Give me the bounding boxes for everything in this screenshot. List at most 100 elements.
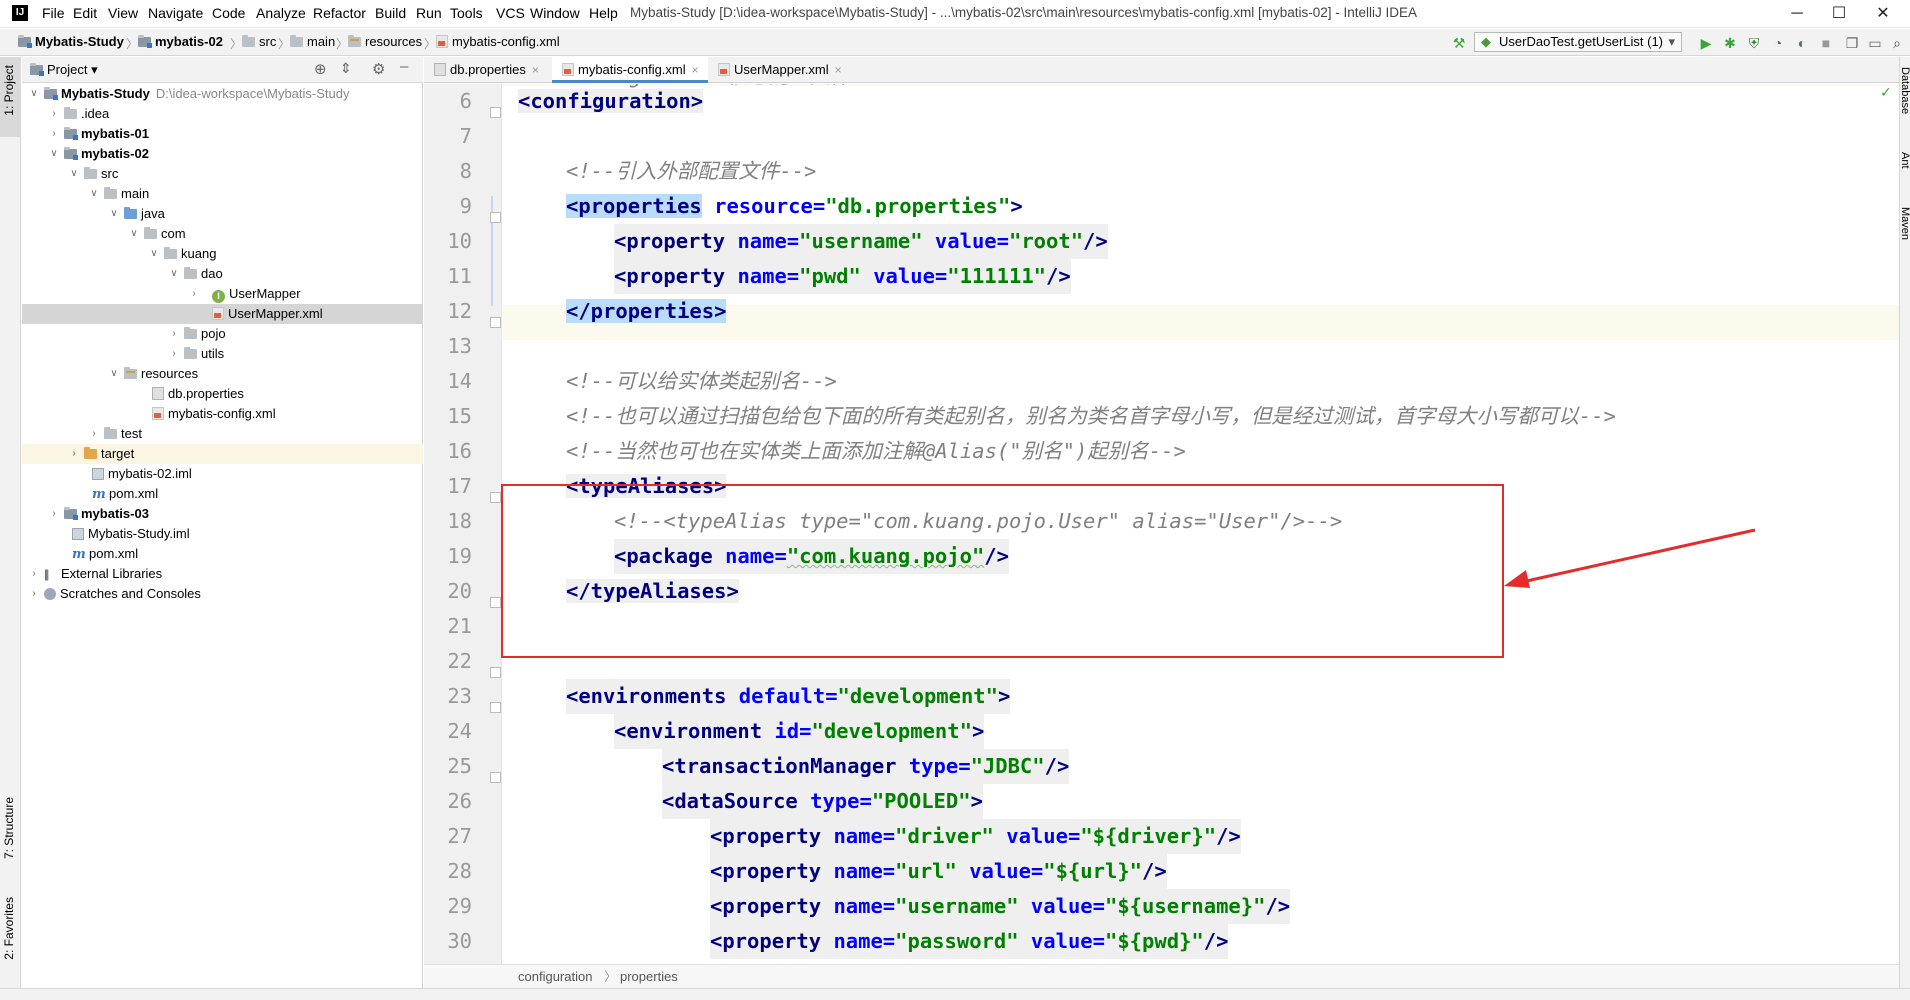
tree-item[interactable]: ∨ dao xyxy=(22,264,423,284)
menu-build[interactable]: Build xyxy=(375,5,406,21)
menu-vcs[interactable]: VCS xyxy=(496,5,525,21)
line-number: 27 xyxy=(447,824,472,848)
tree-item[interactable]: mybatis-config.xml xyxy=(22,404,423,424)
tree-item[interactable]: › ||| External Libraries xyxy=(22,564,423,584)
stop-icon[interactable]: ■ xyxy=(1817,34,1835,52)
menu-file[interactable]: File xyxy=(42,5,65,21)
tree-item[interactable]: › I UserMapper xyxy=(22,284,423,304)
tree-item[interactable]: ∨ kuang xyxy=(22,244,423,264)
menu-refactor[interactable]: Refactor xyxy=(313,5,366,21)
menu-tools[interactable]: Tools xyxy=(450,5,483,21)
favorites-tool-tab[interactable]: 2: Favorites xyxy=(2,897,16,960)
menu-edit[interactable]: Edit xyxy=(73,5,97,21)
search-everywhere-icon[interactable]: ⌕ xyxy=(1888,34,1906,52)
menu-help[interactable]: Help xyxy=(589,5,618,21)
breadcrumb-resources[interactable]: resources xyxy=(348,34,422,49)
menu-window[interactable]: Window xyxy=(530,5,580,21)
debug-icon[interactable]: ✱ xyxy=(1721,34,1739,52)
folder-icon xyxy=(242,35,255,47)
module-folder-icon xyxy=(138,35,152,48)
line-number: 10 xyxy=(447,229,472,253)
tree-item[interactable]: db.properties xyxy=(22,384,423,404)
footer-crumb-properties[interactable]: properties xyxy=(620,965,678,989)
build-hammer-icon[interactable]: ⚒ xyxy=(1450,34,1468,52)
project-tool-tab[interactable]: 1: Project xyxy=(2,65,16,116)
tree-item[interactable]: mybatis-02.iml xyxy=(22,464,423,484)
iml-file-icon xyxy=(92,468,104,480)
project-panel: Project ▾ ⊕ ⇕ ⚙ – ∨ Mybatis-Study D:\idea-… xyxy=(22,57,423,1000)
tree-item[interactable]: ∨ resources xyxy=(22,364,423,384)
tree-item[interactable]: ∨ Mybatis-Study D:\idea-workspace\Mybatis-… xyxy=(22,84,423,104)
package-icon xyxy=(164,247,177,259)
tree-item[interactable]: › target xyxy=(22,444,423,464)
breadcrumb-file[interactable]: mybatis-config.xml xyxy=(436,34,560,49)
close-icon[interactable]: × xyxy=(692,63,699,77)
menu-navigate[interactable]: Navigate xyxy=(148,5,203,21)
tree-item[interactable]: › mybatis-01 xyxy=(22,124,423,144)
editor-tab-bar: db.properties × mybatis-config.xml × UserM… xyxy=(424,57,1899,83)
tab-usermapper-xml[interactable]: UserMapper.xml × xyxy=(708,57,858,83)
minimize-button[interactable]: ─ xyxy=(1780,2,1814,26)
tree-item[interactable]: ∨ java xyxy=(22,204,423,224)
breadcrumb-project[interactable]: Mybatis-Study xyxy=(18,34,124,49)
tree-item[interactable]: Mybatis-Study.iml xyxy=(22,524,423,544)
fold-marker-icon[interactable] xyxy=(490,772,501,783)
fold-marker-icon[interactable] xyxy=(490,492,501,503)
breadcrumb-module[interactable]: mybatis-02 xyxy=(138,34,223,49)
tree-item[interactable]: m pom.xml xyxy=(22,484,423,504)
close-icon[interactable]: × xyxy=(835,63,842,77)
maven-pom-icon: m xyxy=(92,487,106,502)
footer-crumb-configuration[interactable]: configuration xyxy=(518,965,592,989)
coverage-icon[interactable]: ⛨ xyxy=(1745,34,1763,52)
database-tool-tab[interactable]: Database xyxy=(1899,67,1910,114)
menu-run[interactable]: Run xyxy=(416,5,442,21)
close-icon[interactable]: × xyxy=(532,63,539,77)
profile-icon[interactable]: ◔ xyxy=(1769,34,1787,52)
maven-tool-tab[interactable]: Maven xyxy=(1899,207,1910,240)
fold-marker-icon[interactable] xyxy=(490,212,501,223)
tree-item[interactable]: › mybatis-03 xyxy=(22,504,423,524)
structure-tool-tab[interactable]: 7: Structure xyxy=(2,797,16,859)
hide-panel-icon[interactable]: – xyxy=(400,58,408,75)
project-view-selector[interactable]: Project ▾ xyxy=(30,62,98,78)
chevron-down-icon: ▾ xyxy=(1668,34,1675,49)
code-line-11: <property name="pwd" value="111111"/> xyxy=(614,259,1071,294)
tree-item[interactable]: › utils xyxy=(22,344,423,364)
fold-marker-icon[interactable] xyxy=(490,597,501,608)
breadcrumb-src[interactable]: src xyxy=(242,34,276,49)
collapse-all-icon[interactable]: ⇕ xyxy=(340,60,352,77)
ant-tool-tab[interactable]: Ant xyxy=(1899,152,1910,169)
maximize-button[interactable]: ☐ xyxy=(1822,2,1856,26)
fold-marker-icon[interactable] xyxy=(490,317,501,328)
inspection-ok-icon[interactable]: ✓ xyxy=(1880,84,1892,101)
fold-marker-icon[interactable] xyxy=(490,667,501,678)
tab-mybatis-config[interactable]: mybatis-config.xml × xyxy=(552,57,708,83)
tree-item[interactable]: ∨ mybatis-02 xyxy=(22,144,423,164)
menu-code[interactable]: Code xyxy=(212,5,245,21)
code-line-26: <dataSource type="POOLED"> xyxy=(662,784,983,819)
gear-icon[interactable]: ⚙ xyxy=(372,60,385,78)
attach-icon[interactable]: ◐ xyxy=(1793,34,1811,52)
tree-item[interactable]: ∨ com xyxy=(22,224,423,244)
tree-item[interactable]: › pojo xyxy=(22,324,423,344)
tree-item[interactable]: › .idea xyxy=(22,104,423,124)
menu-analyze[interactable]: Analyze xyxy=(256,5,306,21)
tree-item[interactable]: m pom.xml xyxy=(22,544,423,564)
tree-item[interactable]: › Scratches and Consoles xyxy=(22,584,423,604)
close-button[interactable]: ✕ xyxy=(1866,2,1900,26)
tab-db-properties[interactable]: db.properties × xyxy=(424,57,562,83)
locate-file-icon[interactable]: ⊕ xyxy=(314,60,327,78)
fold-marker-icon[interactable] xyxy=(490,702,501,713)
package-icon xyxy=(184,267,197,279)
menu-view[interactable]: View xyxy=(108,5,138,21)
tree-item[interactable]: ∨ main xyxy=(22,184,423,204)
run-configuration-select[interactable]: ◆ UserDaoTest.getUserList (1) ▾ xyxy=(1474,32,1682,52)
tree-item-selected[interactable]: UserMapper.xml xyxy=(22,304,423,324)
window-icon[interactable]: ▭ xyxy=(1866,34,1884,52)
run-icon[interactable]: ▶ xyxy=(1697,34,1715,52)
fold-marker-icon[interactable] xyxy=(490,107,501,118)
tree-item[interactable]: › test xyxy=(22,424,423,444)
breadcrumb-main[interactable]: main xyxy=(290,34,335,49)
project-structure-icon[interactable]: ❐ xyxy=(1843,34,1861,52)
tree-item[interactable]: ∨ src xyxy=(22,164,423,184)
